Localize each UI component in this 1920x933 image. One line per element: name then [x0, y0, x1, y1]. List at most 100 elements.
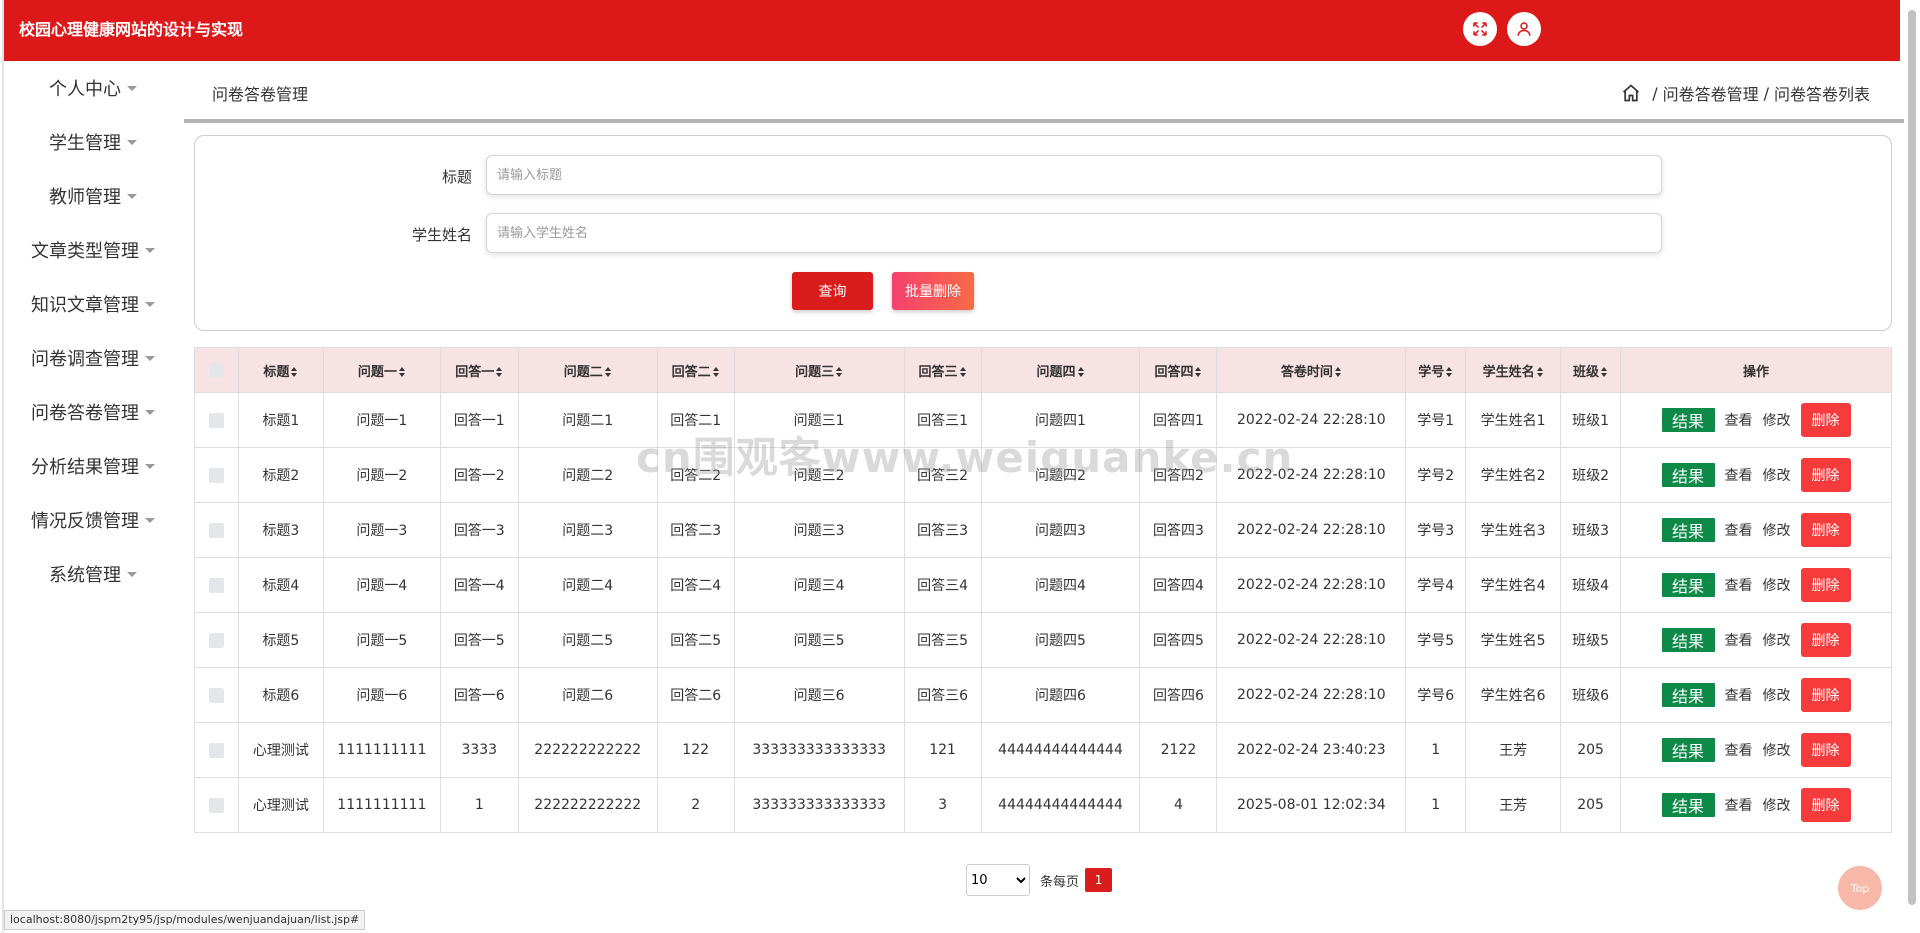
delete-button[interactable]: 删除 — [1800, 678, 1851, 712]
view-button[interactable]: 查看 — [1725, 520, 1753, 540]
table-cell: 学生姓名6 — [1465, 667, 1562, 723]
sidebar-item-teachers[interactable]: 教师管理 — [4, 169, 182, 223]
row-checkbox[interactable] — [208, 632, 224, 648]
column-header[interactable]: 回答二 — [656, 347, 735, 393]
sort-icon — [1195, 367, 1202, 377]
delete-button[interactable]: 删除 — [1800, 403, 1851, 437]
delete-button[interactable]: 删除 — [1800, 458, 1851, 492]
edit-button[interactable]: 修改 — [1763, 465, 1791, 485]
view-button[interactable]: 查看 — [1725, 795, 1753, 815]
row-actions: 结果 查看 修改 删除 — [1621, 733, 1891, 767]
select-all-checkbox[interactable] — [208, 362, 224, 378]
delete-button[interactable]: 删除 — [1800, 568, 1851, 602]
table-cell: 2122 — [1139, 722, 1218, 778]
sort-icon — [1446, 367, 1453, 377]
column-header[interactable]: 回答三 — [903, 347, 982, 393]
column-header[interactable]: 问题三 — [733, 347, 905, 393]
sidebar-item-students[interactable]: 学生管理 — [4, 115, 182, 169]
edit-button[interactable]: 修改 — [1763, 740, 1791, 760]
column-header[interactable]: 问题一 — [322, 347, 441, 393]
edit-button[interactable]: 修改 — [1763, 795, 1791, 815]
sidebar-item-surveys[interactable]: 问卷调查管理 — [4, 331, 182, 385]
select-all-cell — [194, 347, 239, 393]
caret-down-icon — [127, 139, 137, 145]
edit-button[interactable]: 修改 — [1763, 685, 1791, 705]
view-button[interactable]: 查看 — [1725, 465, 1753, 485]
table-cell: 问题一3 — [322, 502, 441, 558]
edit-button[interactable]: 修改 — [1763, 410, 1791, 430]
sort-icon — [398, 367, 406, 377]
table-cell: 3333 — [439, 722, 519, 778]
column-header[interactable]: 学生姓名 — [1465, 347, 1562, 393]
sort-icon — [712, 367, 720, 377]
student-name-search-input[interactable] — [486, 213, 1662, 253]
sidebar-item-answer-sheets[interactable]: 问卷答卷管理 — [4, 385, 182, 439]
caret-down-icon — [145, 463, 155, 469]
sidebar-item-system[interactable]: 系统管理 — [4, 547, 182, 601]
result-button[interactable]: 结果 — [1661, 793, 1715, 817]
user-button[interactable] — [1507, 12, 1541, 46]
table-cell: 回答一3 — [439, 502, 519, 558]
delete-button[interactable]: 删除 — [1800, 513, 1851, 547]
home-icon[interactable] — [1621, 83, 1641, 103]
sidebar-item-article-types[interactable]: 文章类型管理 — [4, 223, 182, 277]
column-header[interactable]: 回答一 — [439, 347, 519, 393]
column-header[interactable]: 回答四 — [1139, 347, 1218, 393]
result-button[interactable]: 结果 — [1661, 738, 1715, 762]
table-cell: 121 — [903, 722, 982, 778]
delete-button[interactable]: 删除 — [1800, 733, 1851, 767]
row-checkbox[interactable] — [208, 797, 224, 813]
view-button[interactable]: 查看 — [1725, 575, 1753, 595]
column-header[interactable]: 标题 — [237, 347, 324, 393]
scrollbar-thumb[interactable] — [1908, 10, 1916, 905]
page-size-select[interactable]: 10 — [966, 864, 1030, 896]
column-header[interactable]: 问题二 — [517, 347, 658, 393]
batch-delete-button[interactable]: 批量删除 — [892, 272, 974, 310]
row-checkbox[interactable] — [208, 577, 224, 593]
column-header[interactable]: 答卷时间 — [1216, 347, 1407, 393]
result-button[interactable]: 结果 — [1661, 408, 1715, 432]
view-button[interactable]: 查看 — [1725, 630, 1753, 650]
row-checkbox[interactable] — [208, 412, 224, 428]
sidebar-item-analysis-results[interactable]: 分析结果管理 — [4, 439, 182, 493]
column-header[interactable]: 班级 — [1560, 347, 1622, 393]
vertical-scrollbar[interactable] — [1904, 0, 1920, 933]
query-button[interactable]: 查询 — [792, 272, 873, 310]
sidebar-item-feedback[interactable]: 情况反馈管理 — [4, 493, 182, 547]
result-button[interactable]: 结果 — [1661, 463, 1715, 487]
table-cell: 4 — [1139, 777, 1218, 833]
result-button[interactable]: 结果 — [1661, 518, 1715, 542]
edit-button[interactable]: 修改 — [1763, 520, 1791, 540]
table-cell: 学生姓名3 — [1465, 502, 1562, 558]
column-header[interactable]: 问题四 — [980, 347, 1141, 393]
view-button[interactable]: 查看 — [1725, 410, 1753, 430]
sort-icon — [1536, 367, 1544, 377]
table-cell: 标题2 — [237, 447, 324, 503]
edit-button[interactable]: 修改 — [1763, 630, 1791, 650]
title-search-input[interactable] — [486, 155, 1662, 195]
fullscreen-button[interactable] — [1463, 12, 1497, 46]
table-cell: 1 — [439, 777, 519, 833]
row-checkbox[interactable] — [208, 687, 224, 703]
column-header[interactable]: 学号 — [1405, 347, 1467, 393]
row-checkbox[interactable] — [208, 467, 224, 483]
view-button[interactable]: 查看 — [1725, 740, 1753, 760]
delete-button[interactable]: 删除 — [1800, 623, 1851, 657]
sidebar-item-profile[interactable]: 个人中心 — [4, 61, 182, 115]
view-button[interactable]: 查看 — [1725, 685, 1753, 705]
back-to-top-button[interactable]: Top — [1838, 866, 1882, 910]
table-cell: 2022-02-24 23:40:23 — [1216, 722, 1407, 778]
edit-button[interactable]: 修改 — [1763, 575, 1791, 595]
row-checkbox[interactable] — [208, 742, 224, 758]
sidebar-item-knowledge-articles[interactable]: 知识文章管理 — [4, 277, 182, 331]
sort-icon — [836, 367, 843, 377]
page-number-current[interactable]: 1 — [1085, 868, 1113, 892]
result-button[interactable]: 结果 — [1661, 573, 1715, 597]
breadcrumb-level1[interactable]: 问卷答卷管理 — [1663, 81, 1759, 105]
result-button[interactable]: 结果 — [1661, 683, 1715, 707]
result-button[interactable]: 结果 — [1661, 628, 1715, 652]
table-cell: 问题四6 — [980, 667, 1141, 723]
row-checkbox[interactable] — [208, 522, 224, 538]
delete-button[interactable]: 删除 — [1800, 788, 1851, 822]
sort-icon — [959, 367, 967, 377]
